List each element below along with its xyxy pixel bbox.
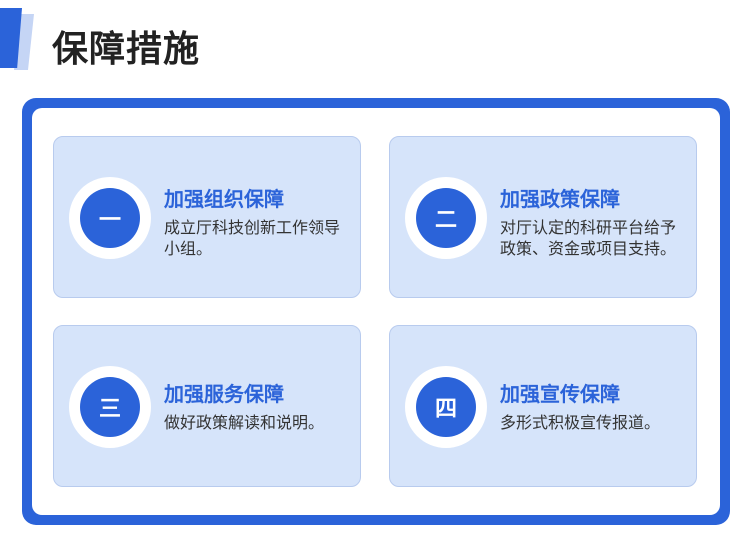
card-description: 做好政策解读和说明。 — [164, 413, 325, 432]
measures-panel: 一 加强组织保障 成立厅科技创新工作领导小组。 二 加强政策保障 对厅认定的科研… — [32, 108, 720, 515]
card-title: 加强宣传保障 — [500, 382, 620, 406]
card-title: 加强服务保障 — [164, 382, 284, 406]
number-badge: 四 — [416, 377, 476, 437]
measure-card-policy: 二 加强政策保障 对厅认定的科研平台给予政策、资金或项目支持。 — [389, 136, 697, 298]
measure-card-service: 三 加强服务保障 做好政策解读和说明。 — [53, 325, 361, 487]
number-badge-ring: 三 — [69, 366, 151, 448]
number-badge: 二 — [416, 188, 476, 248]
card-description: 多形式积极宣传报道。 — [500, 413, 661, 432]
number-badge-ring: 二 — [405, 177, 487, 259]
measures-panel-frame: 一 加强组织保障 成立厅科技创新工作领导小组。 二 加强政策保障 对厅认定的科研… — [22, 98, 730, 525]
card-description: 成立厅科技创新工作领导小组。 — [164, 218, 341, 258]
measure-card-publicity: 四 加强宣传保障 多形式积极宣传报道。 — [389, 325, 697, 487]
number-badge: 一 — [80, 188, 140, 248]
number-badge-ring: 一 — [69, 177, 151, 259]
number-badge-ring: 四 — [405, 366, 487, 448]
card-description: 对厅认定的科研平台给予政策、资金或项目支持。 — [500, 218, 677, 258]
card-title: 加强政策保障 — [500, 187, 620, 211]
measure-card-organization: 一 加强组织保障 成立厅科技创新工作领导小组。 — [53, 136, 361, 298]
page-title: 保障措施 — [52, 29, 201, 70]
card-title: 加强组织保障 — [164, 187, 284, 211]
number-badge: 三 — [80, 377, 140, 437]
